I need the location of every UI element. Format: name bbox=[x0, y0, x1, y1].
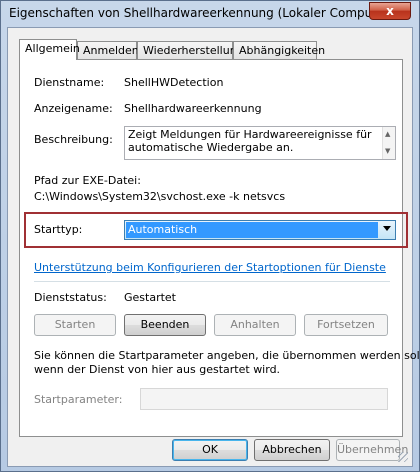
service-name-value: ShellHWDetection bbox=[124, 76, 224, 89]
properties-window: Eigenschaften von Shellhardwareerkennung… bbox=[0, 0, 420, 472]
start-params-info-line2: wenn der Dienst von hier aus gestartet w… bbox=[34, 363, 281, 376]
cancel-button[interactable]: Abbrechen bbox=[254, 439, 330, 461]
description-label: Beschreibung: bbox=[34, 133, 113, 146]
tab-label: Allgemein bbox=[25, 42, 80, 55]
stop-button[interactable]: Beenden bbox=[124, 314, 206, 336]
resize-grip-icon[interactable] bbox=[398, 452, 408, 462]
tab-label: Wiederherstellung bbox=[143, 44, 244, 57]
chevron-down-icon bbox=[383, 226, 391, 231]
start-button[interactable]: Starten bbox=[34, 314, 116, 336]
tab-wiederherstellung[interactable]: Wiederherstellung bbox=[137, 41, 244, 59]
tab-label: Abhängigkeiten bbox=[239, 44, 326, 57]
dialog-client-area: Allgemein Anmelden Wiederherstellung Abh… bbox=[7, 27, 420, 467]
tab-label: Anmelden bbox=[83, 44, 139, 57]
general-tab-panel: Dienstname: ShellHWDetection Anzeigename… bbox=[19, 59, 420, 437]
scroll-up-icon[interactable]: ▲ bbox=[385, 128, 390, 141]
divider bbox=[34, 281, 390, 282]
ok-button[interactable]: OK bbox=[172, 439, 248, 461]
tab-allgemein[interactable]: Allgemein bbox=[19, 39, 80, 60]
startup-type-select[interactable]: Automatisch bbox=[124, 220, 396, 240]
description-textbox[interactable]: Zeigt Meldungen für Hardwareereignisse f… bbox=[124, 126, 396, 160]
title-bar[interactable]: Eigenschaften von Shellhardwareerkennung… bbox=[1, 1, 419, 27]
resume-button[interactable]: Fortsetzen bbox=[304, 314, 388, 336]
display-name-value: Shellhardwareerkennung bbox=[124, 102, 262, 115]
startup-type-label: Starttyp: bbox=[34, 223, 83, 236]
apply-button[interactable]: Übernehmen bbox=[336, 439, 408, 461]
start-params-label: Startparameter: bbox=[34, 393, 123, 406]
path-label: Pfad zur EXE-Datei: bbox=[34, 174, 141, 187]
service-name-label: Dienstname: bbox=[34, 76, 105, 89]
window-title: Eigenschaften von Shellhardwareerkennung… bbox=[9, 6, 394, 20]
start-params-info-line1: Sie können die Startparameter angeben, d… bbox=[34, 349, 420, 362]
pause-button[interactable]: Anhalten bbox=[214, 314, 296, 336]
display-name-label: Anzeigename: bbox=[34, 102, 113, 115]
path-value: C:\Windows\System32\svchost.exe -k netsv… bbox=[34, 190, 286, 203]
service-status-value: Gestartet bbox=[124, 291, 176, 304]
start-params-input[interactable] bbox=[140, 388, 388, 410]
startup-type-selected: Automatisch bbox=[126, 222, 378, 238]
scroll-down-icon[interactable]: ▼ bbox=[385, 145, 390, 158]
tab-anmelden[interactable]: Anmelden bbox=[77, 41, 139, 59]
description-scrollbar[interactable]: ▲ ▼ bbox=[382, 127, 395, 159]
description-text: Zeigt Meldungen für Hardwareereignisse f… bbox=[128, 128, 372, 154]
startup-options-help-link[interactable]: Unterstützung beim Konfigurieren der Sta… bbox=[34, 261, 386, 274]
close-icon: x bbox=[386, 4, 394, 18]
service-status-label: Dienststatus: bbox=[34, 291, 107, 304]
close-button[interactable]: x bbox=[369, 2, 411, 20]
tab-abhaengigkeiten[interactable]: Abhängigkeiten bbox=[233, 41, 325, 59]
